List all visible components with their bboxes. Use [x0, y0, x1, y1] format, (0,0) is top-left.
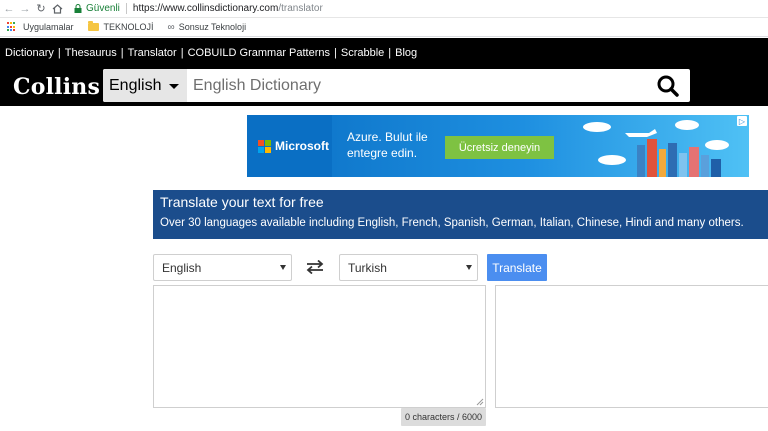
- url-path: /translator: [278, 3, 323, 14]
- search-icon: [657, 75, 679, 97]
- source-language-select[interactable]: English: [153, 254, 292, 281]
- ad-cityscape-illustration: [583, 120, 729, 177]
- dropdown-arrow-icon: [280, 265, 286, 270]
- bookmark-sonsuz-teknoloji[interactable]: ∞ Sonsuz Teknoloji: [168, 22, 247, 33]
- bookmarks-bar: Uygulamalar TEKNOLOJİ ∞ Sonsuz Teknoloji: [0, 18, 768, 37]
- nav-link-thesaurus[interactable]: Thesaurus: [65, 47, 117, 59]
- microsoft-squares-icon: [258, 139, 271, 153]
- forward-arrow-icon[interactable]: →: [18, 2, 32, 16]
- nav-link-blog[interactable]: Blog: [395, 47, 417, 59]
- secure-label: Güvenli: [86, 3, 120, 14]
- folder-icon: [87, 21, 99, 31]
- ad-brand: Microsoft: [275, 139, 329, 153]
- translate-banner: Translate your text for free Over 30 lan…: [153, 190, 768, 239]
- dictionary-language-select[interactable]: English: [103, 69, 187, 102]
- swap-languages-button[interactable]: [305, 258, 325, 276]
- url-divider: [125, 3, 127, 14]
- target-language-value: Turkish: [348, 260, 387, 275]
- page-subtitle: Over 30 languages available including En…: [160, 217, 744, 229]
- search-bar: English: [103, 69, 690, 102]
- source-text-input[interactable]: [153, 285, 486, 408]
- swap-arrows-icon: [306, 260, 324, 274]
- url-field[interactable]: https://www.collinsdictionary.com/transl…: [133, 3, 323, 14]
- infinity-icon: ∞: [167, 21, 175, 33]
- resize-handle-icon[interactable]: [476, 398, 484, 406]
- bookmark-apps[interactable]: Uygulamalar: [0, 22, 74, 32]
- search-button[interactable]: [646, 69, 690, 102]
- dropdown-arrow-icon: [466, 265, 472, 270]
- bookmark-label: Sonsuz Teknoloji: [178, 22, 247, 32]
- reload-icon[interactable]: ↻: [34, 2, 48, 16]
- character-counter: 0 characters / 6000: [401, 408, 487, 426]
- translate-button[interactable]: Translate: [487, 254, 547, 281]
- advertisement-banner[interactable]: Microsoft Azure. Bulut ile entegre edin.…: [247, 115, 749, 177]
- ad-line-2: entegre edin.: [347, 146, 418, 160]
- lock-icon: [74, 4, 82, 13]
- bookmark-label: TEKNOLOJİ: [103, 22, 154, 32]
- site-header: Collins English: [0, 68, 768, 106]
- collins-logo[interactable]: Collins: [13, 74, 100, 100]
- bookmark-folder-teknoloji[interactable]: TEKNOLOJİ: [87, 21, 154, 32]
- ad-text: Azure. Bulut ile entegre edin.: [347, 129, 428, 161]
- nav-separator: |: [57, 47, 61, 59]
- secure-indicator[interactable]: Güvenli: [74, 3, 120, 14]
- nav-link-dictionary[interactable]: Dictionary: [5, 47, 54, 59]
- nav-separator: |: [120, 47, 124, 59]
- browser-address-bar: ← → ↻ Güvenli https://www.collinsdiction…: [0, 0, 768, 18]
- caret-down-icon: [169, 84, 180, 89]
- nav-link-scrabble[interactable]: Scrabble: [341, 47, 384, 59]
- ad-info-icon[interactable]: ▷: [737, 116, 747, 126]
- page-title: Translate your text for free: [160, 194, 324, 210]
- nav-separator: |: [388, 47, 392, 59]
- apps-grid-icon: [7, 22, 17, 32]
- microsoft-logo: Microsoft: [247, 115, 332, 177]
- home-icon[interactable]: [50, 2, 64, 16]
- nav-separator: |: [334, 47, 337, 59]
- ad-cta-button[interactable]: Ücretsiz deneyin: [445, 136, 554, 159]
- translation-output: [495, 285, 768, 408]
- site-top-nav: Dictionary | Thesaurus | Translator | COBUI…: [0, 38, 768, 68]
- source-language-value: English: [162, 260, 202, 275]
- nav-link-cobuild[interactable]: COBUILD Grammar Patterns: [188, 47, 330, 59]
- dictionary-language-label: English: [109, 76, 162, 94]
- ad-line-1: Azure. Bulut ile: [347, 130, 428, 144]
- bookmark-label: Uygulamalar: [23, 22, 74, 32]
- url-host: https://www.collinsdictionary.com: [132, 3, 279, 14]
- search-input[interactable]: [187, 69, 646, 102]
- nav-link-translator[interactable]: Translator: [128, 47, 177, 59]
- target-language-select[interactable]: Turkish: [339, 254, 478, 281]
- back-arrow-icon[interactable]: ←: [2, 2, 16, 16]
- nav-separator: |: [180, 47, 184, 59]
